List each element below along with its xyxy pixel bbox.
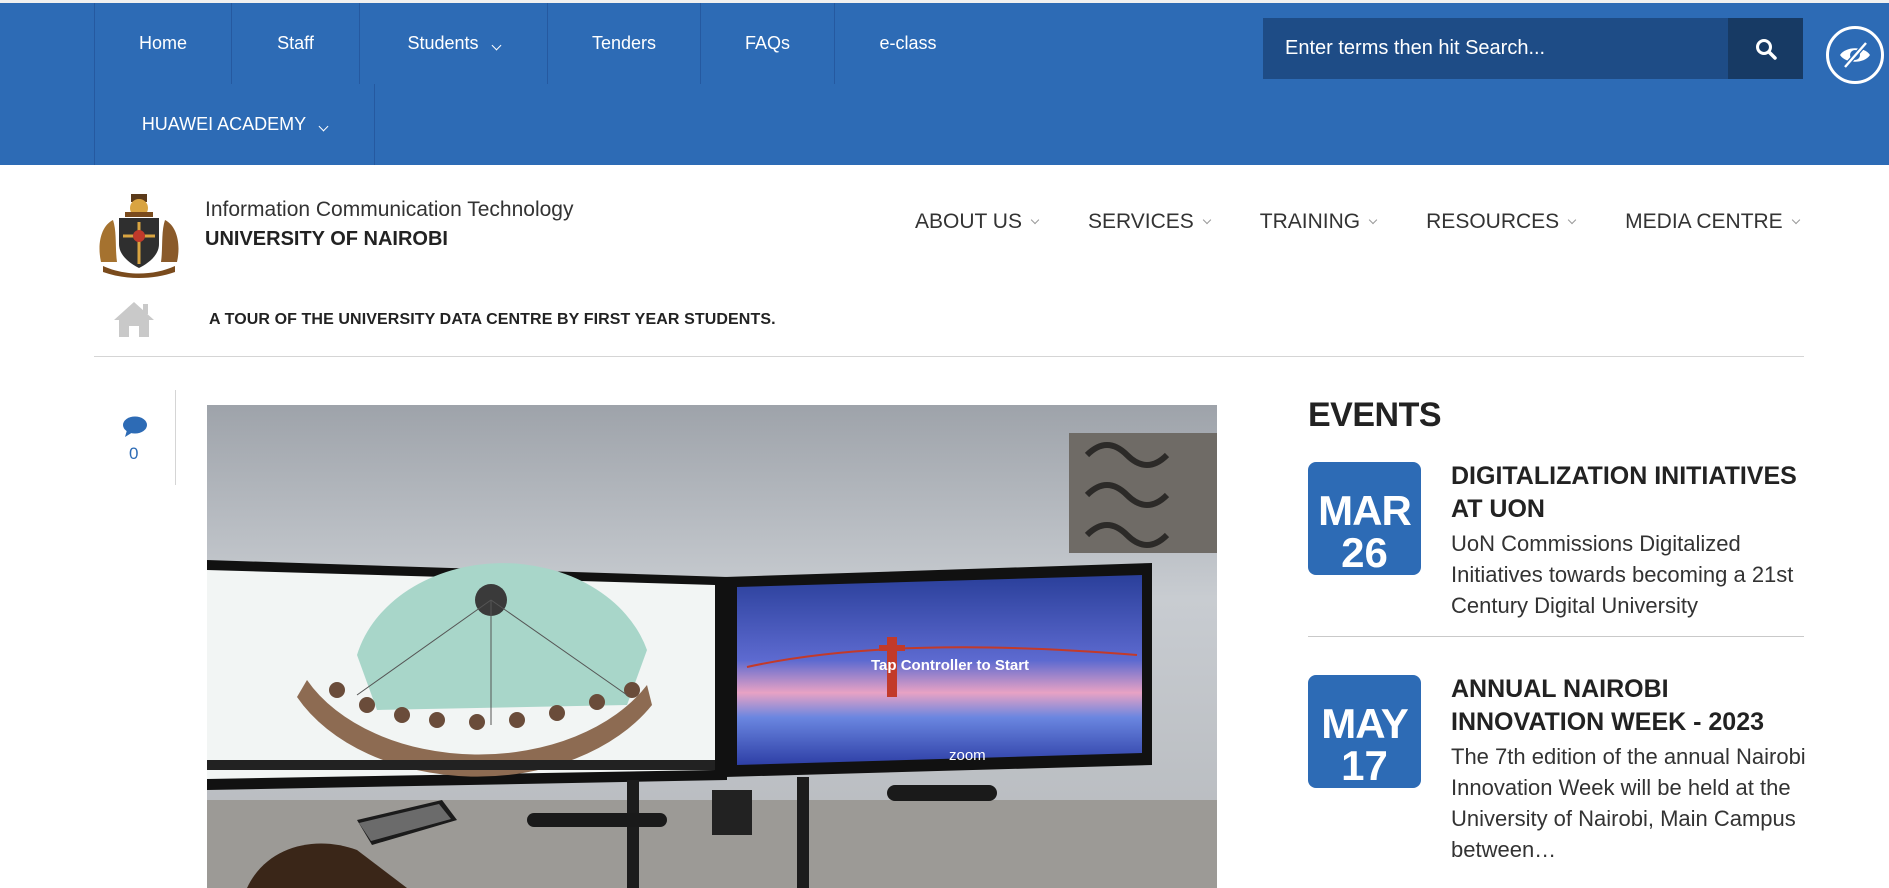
search-field-wrapper <box>1263 18 1730 79</box>
events-heading: EVENTS <box>1308 396 1442 434</box>
event-month: MAR <box>1318 487 1412 534</box>
topnav-label: Staff <box>277 33 314 53</box>
nav-media-centre[interactable]: MEDIA CENTRE <box>1625 210 1800 234</box>
nav-label: ABOUT US <box>915 210 1022 233</box>
topnav-label: HUAWEI ACADEMY <box>141 114 307 134</box>
nav-resources[interactable]: RESOURCES <box>1426 210 1577 234</box>
topnav-faqs[interactable]: FAQs <box>701 3 835 84</box>
chevron-down-icon <box>318 121 329 132</box>
search-input[interactable] <box>1285 37 1715 60</box>
event-day: 17 <box>1341 742 1388 789</box>
breadcrumb-current-page: A TOUR OF THE UNIVERSITY DATA CENTRE BY … <box>209 311 776 328</box>
university-logo[interactable] <box>95 192 183 278</box>
topnav-label: e-class <box>879 33 937 53</box>
site-subtitle: Information Communication Technology <box>205 198 574 221</box>
nav-label: RESOURCES <box>1426 210 1560 233</box>
accessibility-toggle-button[interactable] <box>1826 26 1884 84</box>
chevron-down-icon <box>1202 215 1212 225</box>
event-month: MAY <box>1321 700 1408 747</box>
topnav-label: Home <box>138 33 187 53</box>
event-date-badge[interactable]: MAY 17 <box>1308 675 1421 788</box>
chevron-down-icon <box>1368 215 1378 225</box>
screen-overlay-text: Tap Controller to Start <box>871 657 1029 674</box>
search-icon <box>1755 38 1777 60</box>
topnav-eclass[interactable]: e-class <box>835 3 981 84</box>
top-utility-bar: Home Staff Students Tenders FAQs e-class… <box>0 0 1889 165</box>
search-button[interactable] <box>1728 18 1803 79</box>
comment-counter: 0 <box>118 390 176 485</box>
comment-icon[interactable] <box>122 416 148 438</box>
event-description: The 7th edition of the annual Nairobi In… <box>1451 744 1806 862</box>
topnav-label: Tenders <box>591 33 657 53</box>
event-item: MAY 17 ANNUAL NAIROBI INNOVATION WEEK - … <box>1308 673 1806 888</box>
nav-label: SERVICES <box>1087 210 1194 233</box>
top-nav-row: HUAWEI ACADEMY <box>94 84 375 165</box>
comment-count[interactable]: 0 <box>129 444 138 464</box>
nav-services[interactable]: SERVICES <box>1087 210 1212 234</box>
nav-training[interactable]: TRAINING <box>1259 210 1378 234</box>
event-title[interactable]: ANNUAL NAIROBI INNOVATION WEEK - 2023 <box>1451 673 1806 739</box>
event-title[interactable]: DIGITALIZATION INITIATIVES AT UON <box>1451 460 1806 526</box>
nav-label: MEDIA CENTRE <box>1625 210 1783 233</box>
main-navigation: ABOUT US SERVICES TRAINING RESOURCES MED… <box>915 210 1849 234</box>
nav-about-us[interactable]: ABOUT US <box>915 210 1040 234</box>
chevron-down-icon <box>1030 215 1040 225</box>
topnav-tenders[interactable]: Tenders <box>548 3 701 84</box>
screen-brand-text: zoom <box>949 747 986 764</box>
event-description: UoN Commissions Digitalized Initiatives … <box>1451 531 1794 618</box>
site-title[interactable]: UNIVERSITY OF NAIROBI <box>205 228 448 251</box>
nav-label: TRAINING <box>1259 210 1361 233</box>
eye-slash-icon <box>1840 41 1870 69</box>
coat-of-arms-logo <box>99 194 179 278</box>
topnav-label: Students <box>407 33 479 53</box>
divider <box>94 356 1804 357</box>
home-icon[interactable] <box>112 299 156 339</box>
event-item: MAR 26 DIGITALIZATION INITIATIVES AT UON… <box>1308 460 1804 637</box>
data-centre-monitors-photo: Tap Controller to Start zoom <box>207 405 1217 888</box>
topnav-huawei-academy[interactable]: HUAWEI ACADEMY <box>94 84 375 165</box>
top-nav-row: Home Staff Students Tenders FAQs e-class <box>94 3 981 84</box>
chevron-down-icon <box>1791 215 1800 225</box>
topnav-staff[interactable]: Staff <box>232 3 360 84</box>
chevron-down-icon <box>491 40 501 51</box>
event-date-badge[interactable]: MAR 26 <box>1308 462 1421 575</box>
event-day: 26 <box>1341 529 1388 576</box>
article-feature-image: Tap Controller to Start zoom <box>207 405 1217 888</box>
topnav-students[interactable]: Students <box>360 3 548 84</box>
topnav-home[interactable]: Home <box>94 3 232 84</box>
chevron-down-icon <box>1567 215 1577 225</box>
topnav-label: FAQs <box>744 33 790 53</box>
